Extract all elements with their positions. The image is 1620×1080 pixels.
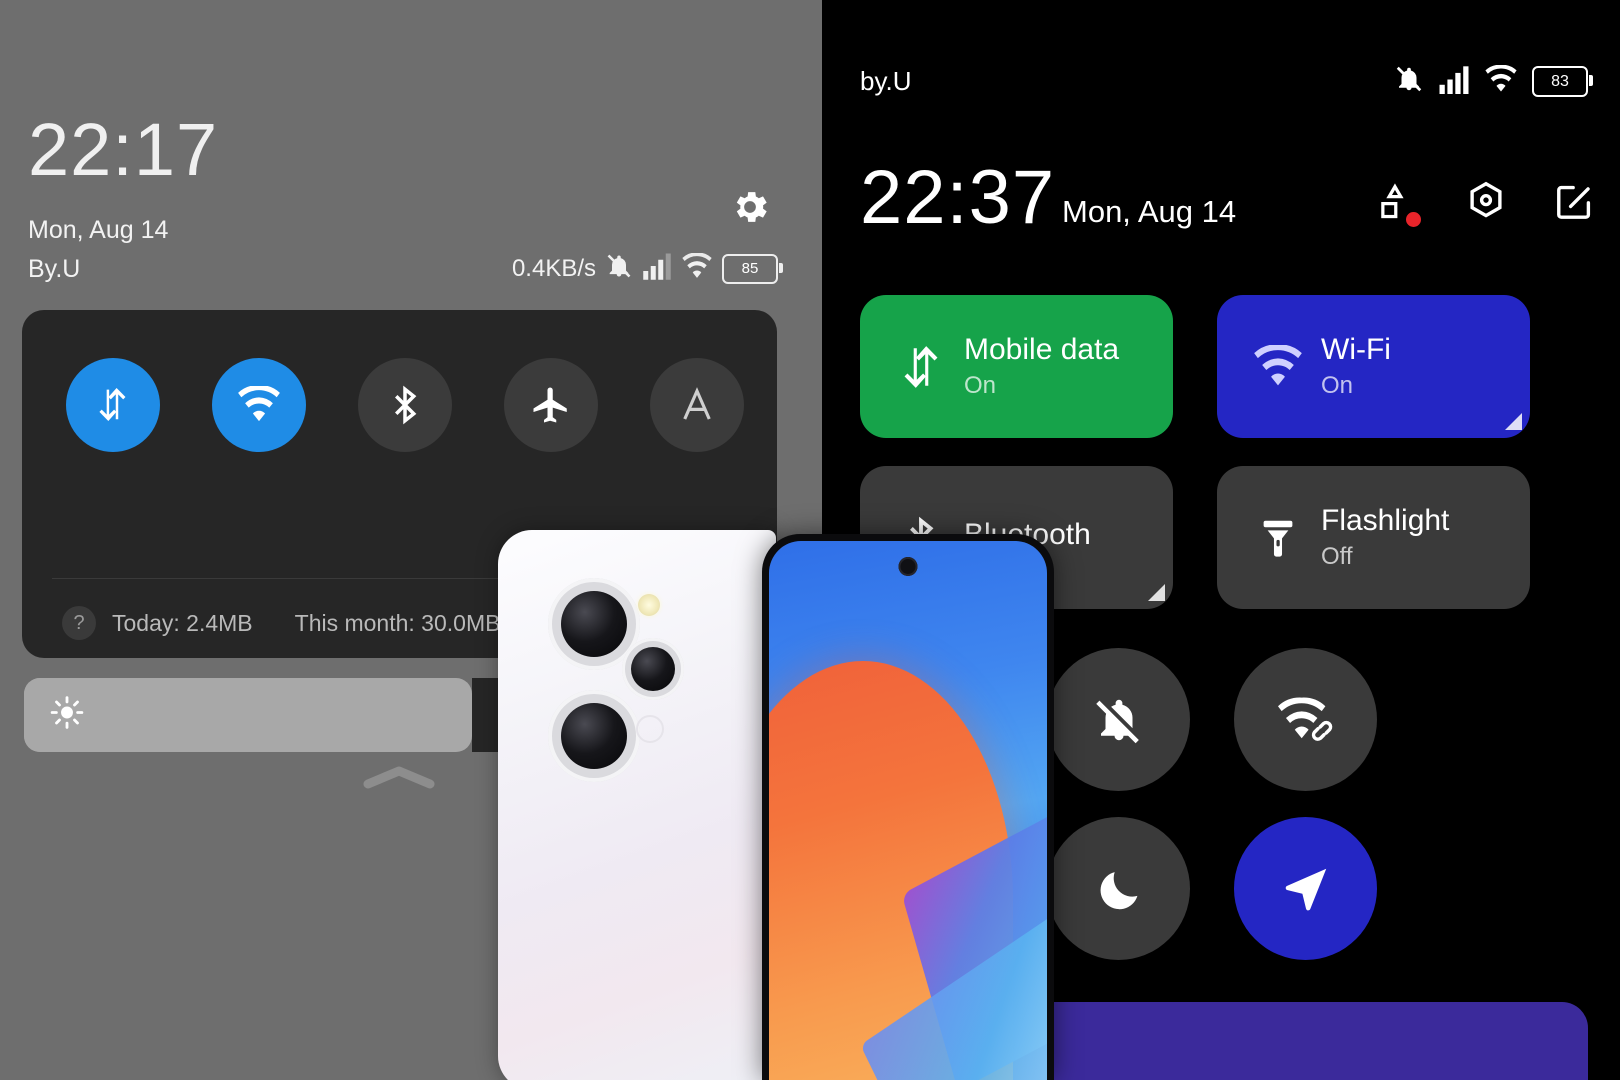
net-speed-label: 0.4KB/s	[511, 254, 596, 282]
circle-toggle-airplane-mode[interactable]	[860, 817, 1003, 960]
quick-tiles-row-1: Mobile data On Wi-Fi On	[860, 295, 1590, 438]
bell-mute-icon	[1394, 64, 1424, 99]
signal-bars-icon	[642, 252, 672, 285]
wifi-icon	[1484, 64, 1518, 99]
wifi-icon	[238, 386, 280, 422]
tile-text: Flashlight Off	[1321, 504, 1449, 571]
left-battery-percent: 85	[741, 260, 759, 277]
brightness-sun-icon	[50, 696, 84, 735]
circle-toggle-cast-screen[interactable]	[860, 648, 1003, 791]
wifi-share-icon	[1277, 697, 1332, 741]
right-header-icons	[1378, 180, 1596, 229]
tile-subtitle: Off	[1321, 542, 1353, 570]
airplane-icon	[908, 865, 953, 912]
tile-text: Wi-Fi On	[1321, 333, 1391, 400]
legacy-notification-shade: 22:17 Mon, Aug 14 By.U 0.4KB/s 85 ? Toda…	[0, 0, 822, 1080]
left-toggle-airplane[interactable]	[504, 358, 598, 452]
tile-subtitle: On	[1321, 371, 1354, 399]
tile-mobile-data[interactable]: Mobile data On	[860, 295, 1173, 438]
bell-mute-icon	[1095, 697, 1141, 743]
shapes-controls-icon[interactable]	[1378, 181, 1421, 228]
bluetooth-icon	[894, 515, 948, 561]
tile-wifi[interactable]: Wi-Fi On	[1217, 295, 1530, 438]
left-carrier-label: By.U	[28, 255, 81, 283]
tile-title: Mobile data	[964, 333, 1120, 367]
usage-today-label: Today: 2.4MB	[112, 609, 253, 636]
right-carrier-label: by.U	[860, 66, 912, 96]
circle-toggle-silent-mode[interactable]	[1047, 648, 1190, 791]
data-transfer-icon	[99, 387, 126, 421]
wifi-icon	[1251, 344, 1305, 389]
right-status-bar: by.U 83	[822, 64, 1620, 106]
right-battery-percent: 83	[1551, 72, 1569, 90]
left-status-icons: 0.4KB/s 85	[511, 252, 783, 285]
usage-month-label: This month: 30.0MB	[294, 609, 501, 636]
bluetooth-icon	[395, 385, 417, 425]
letter-a-icon	[683, 387, 711, 420]
tile-expand-corner-icon[interactable]	[1505, 413, 1522, 430]
left-card-divider	[52, 578, 747, 579]
tile-text: Mobile data On	[964, 333, 1119, 400]
gear-icon[interactable]	[728, 185, 772, 229]
battery-icon: 83	[1532, 66, 1593, 97]
circle-toggles-row-1	[860, 648, 1590, 791]
screenshot-stage: 22:17 Mon, Aug 14 By.U 0.4KB/s 85 ? Toda…	[0, 0, 1620, 1080]
data-usage-row[interactable]: ? Today: 2.4MB This month: 30.0MB	[62, 606, 500, 640]
quick-tiles-grid: Mobile data On Wi-Fi On Bluetooth Flashl…	[860, 295, 1590, 637]
tile-subtitle: On	[964, 371, 997, 399]
left-quick-settings-card: ? Today: 2.4MB This month: 30.0MB	[22, 310, 777, 658]
tile-flashlight[interactable]: Flashlight Off	[1217, 466, 1530, 609]
tile-text: Bluetooth	[964, 518, 1091, 557]
flashlight-icon	[1251, 515, 1305, 561]
location-arrow-icon	[1285, 868, 1326, 910]
circle-toggles-row-2	[860, 817, 1590, 960]
right-date: Mon, Aug 14	[1062, 194, 1237, 229]
left-toggle-bluetooth[interactable]	[358, 358, 452, 452]
right-clock: 22:37	[860, 155, 1056, 240]
circle-toggle-wifi-hotspot[interactable]	[1234, 648, 1377, 791]
settings-gear-icon[interactable]	[1464, 180, 1508, 229]
brightness-sun-icon	[924, 1034, 968, 1080]
notification-badge-dot	[1406, 212, 1421, 227]
left-date: Mon, Aug 14	[28, 216, 169, 244]
tile-title: Flashlight	[1321, 504, 1450, 538]
left-clock: 22:17	[28, 108, 219, 191]
tile-title: Bluetooth	[964, 518, 1091, 552]
right-brightness-slider[interactable]	[880, 1002, 1588, 1080]
tile-bluetooth[interactable]: Bluetooth	[860, 466, 1173, 609]
signal-bars-icon	[1438, 65, 1470, 99]
control-center: by.U 83 22:37 Mon, Aug 14 Mobile data On…	[822, 0, 1620, 1080]
right-status-icons: 83	[1394, 64, 1593, 99]
left-toggle-mobile-data[interactable]	[66, 358, 160, 452]
chevron-up-icon[interactable]	[358, 762, 440, 792]
circle-toggle-location[interactable]	[1234, 817, 1377, 960]
left-toggle-auto-brightness[interactable]	[650, 358, 744, 452]
circle-toggles-grid	[860, 648, 1590, 986]
airplane-icon	[533, 387, 567, 423]
help-icon[interactable]: ?	[62, 606, 96, 640]
right-clock-row: 22:37 Mon, Aug 14	[822, 160, 1620, 242]
quick-tiles-row-2: Bluetooth Flashlight Off	[860, 466, 1590, 609]
bell-mute-icon	[605, 252, 633, 285]
left-toggle-row	[66, 358, 744, 452]
edit-icon[interactable]	[1552, 180, 1596, 229]
battery-icon: 85	[722, 253, 783, 284]
moon-icon	[1100, 871, 1137, 909]
wifi-icon	[681, 252, 713, 285]
tile-expand-corner-icon[interactable]	[1148, 584, 1165, 601]
brightness-track-remainder	[472, 678, 502, 752]
data-transfer-icon	[894, 342, 948, 392]
left-brightness-slider[interactable]	[24, 678, 472, 752]
tile-title: Wi-Fi	[1321, 333, 1391, 367]
cast-icon	[910, 700, 953, 742]
brightness-fill	[24, 678, 432, 752]
left-toggle-wifi[interactable]	[212, 358, 306, 452]
circle-toggle-dark-mode[interactable]	[1047, 817, 1190, 960]
